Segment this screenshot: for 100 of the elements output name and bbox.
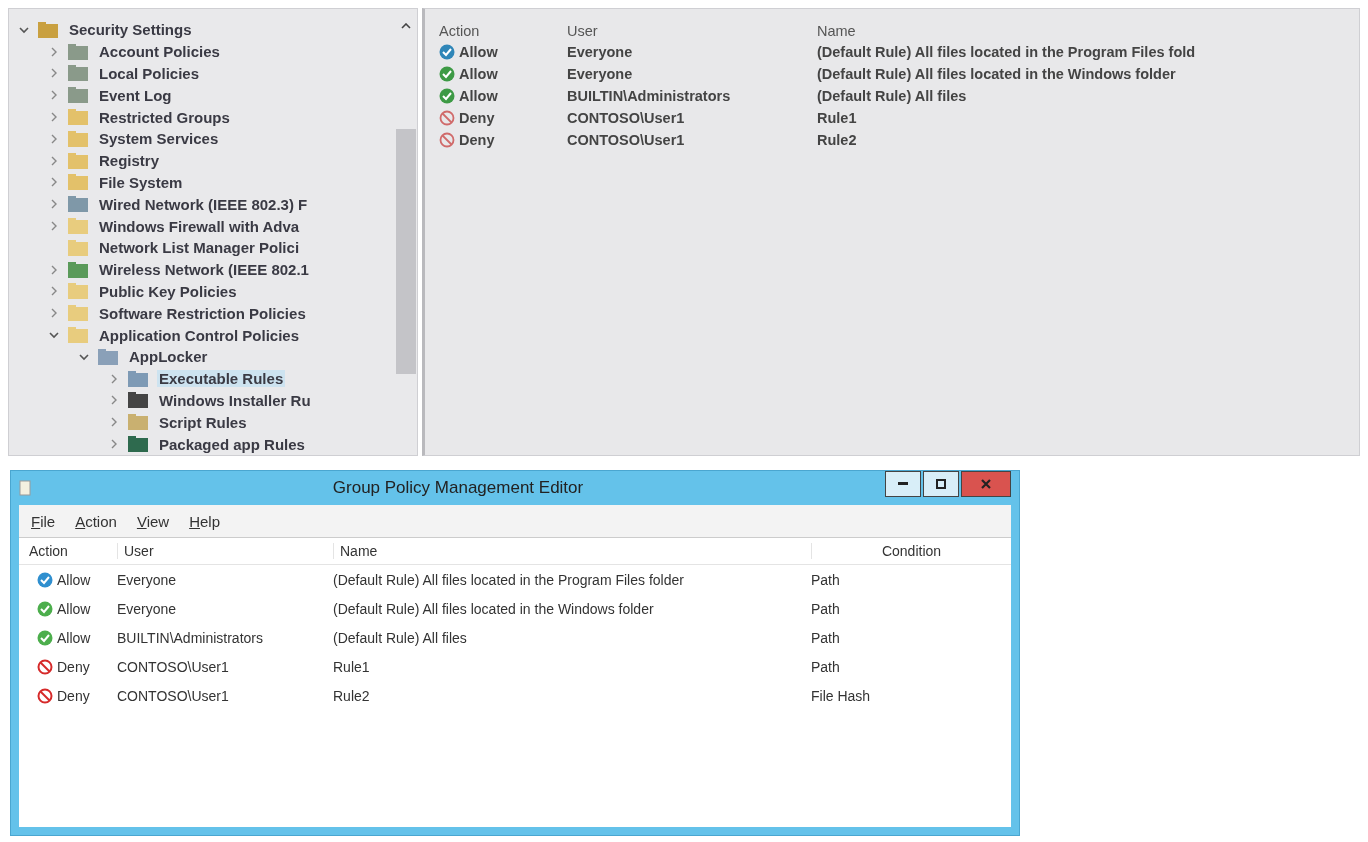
folder-icon bbox=[127, 369, 149, 388]
user-cell-text: BUILTIN\Administrators bbox=[117, 629, 264, 646]
chevron-icon[interactable] bbox=[49, 112, 59, 123]
tree-item[interactable]: Wireless Network (IEEE 802.1 bbox=[97, 261, 311, 279]
action-text: Allow bbox=[459, 44, 498, 60]
chevron-icon[interactable] bbox=[109, 373, 119, 384]
tree-item[interactable]: Restricted Groups bbox=[97, 108, 232, 126]
close-button[interactable] bbox=[961, 471, 1011, 497]
name-cell-text: Rule2 bbox=[333, 687, 371, 704]
folder-icon bbox=[67, 326, 89, 345]
chevron-icon[interactable] bbox=[49, 46, 59, 57]
user-cell-text: CONTOSO\User1 bbox=[567, 110, 686, 126]
tree-item[interactable]: Packaged app Rules bbox=[157, 435, 307, 453]
folder-icon bbox=[67, 282, 89, 301]
menu-item[interactable]: File bbox=[31, 512, 56, 530]
tree-item[interactable]: Software Restriction Policies bbox=[97, 304, 308, 322]
column-header[interactable]: Action bbox=[439, 23, 567, 39]
user-cell-text: CONTOSO\User1 bbox=[567, 132, 686, 148]
chevron-icon[interactable] bbox=[49, 221, 59, 232]
folder-icon bbox=[67, 304, 89, 323]
minimize-button[interactable] bbox=[885, 471, 921, 497]
tree-item[interactable]: Script Rules bbox=[157, 413, 249, 431]
chevron-icon[interactable] bbox=[49, 286, 59, 297]
tree-item[interactable]: Public Key Policies bbox=[97, 282, 239, 300]
user-cell-text: BUILTIN\Administrators bbox=[567, 88, 732, 104]
folder-icon bbox=[67, 238, 89, 257]
name-cell-text: (Default Rule) All files located in the Windows folder bbox=[817, 66, 1177, 82]
chevron-icon[interactable] bbox=[109, 439, 119, 450]
folder-icon bbox=[127, 413, 149, 432]
action-text: Deny bbox=[57, 658, 90, 675]
folder-icon bbox=[127, 391, 149, 410]
user-cell-text: Everyone bbox=[117, 571, 178, 588]
tree-item[interactable]: Account Policies bbox=[97, 43, 222, 61]
document-icon bbox=[19, 480, 31, 496]
folder-icon bbox=[67, 260, 89, 279]
condition-cell-text: Path bbox=[811, 571, 841, 588]
close-icon bbox=[981, 479, 991, 489]
chevron-icon[interactable] bbox=[49, 155, 59, 166]
name-cell-text: (Default Rule) All files bbox=[817, 88, 968, 104]
condition-cell-text: File Hash bbox=[811, 687, 872, 704]
tree-item[interactable]: File System bbox=[97, 173, 185, 191]
tree-item[interactable]: Windows Installer Ru bbox=[157, 391, 313, 409]
chevron-icon[interactable] bbox=[49, 177, 59, 188]
chevron-icon[interactable] bbox=[49, 68, 59, 79]
chevron-icon[interactable] bbox=[79, 351, 89, 362]
user-cell-text: Everyone bbox=[567, 66, 634, 82]
user-cell-text: CONTOSO\User1 bbox=[117, 687, 230, 704]
chevron-icon[interactable] bbox=[109, 417, 119, 428]
tree-item[interactable]: Security Settings bbox=[67, 21, 194, 39]
tree-item[interactable]: System Services bbox=[97, 130, 221, 148]
chevron-icon[interactable] bbox=[109, 395, 119, 406]
chevron-icon[interactable] bbox=[49, 308, 59, 319]
column-header[interactable]: User bbox=[567, 23, 817, 39]
action-text: Deny bbox=[57, 687, 90, 704]
action-text: Allow bbox=[57, 629, 91, 646]
scroll-up-icon[interactable] bbox=[401, 23, 411, 29]
chevron-icon[interactable] bbox=[49, 90, 59, 101]
action-text: Allow bbox=[57, 571, 91, 588]
menu-item[interactable]: Help bbox=[189, 512, 220, 530]
tree-item[interactable]: Registry bbox=[97, 152, 162, 170]
name-cell-text: Rule1 bbox=[817, 110, 858, 126]
action-text: Allow bbox=[459, 88, 498, 104]
tree-item[interactable]: AppLocker bbox=[127, 348, 210, 366]
tree-item[interactable]: Application Control Policies bbox=[97, 326, 302, 344]
folder-icon bbox=[67, 42, 89, 61]
name-cell-text: Rule1 bbox=[333, 658, 371, 675]
chevron-icon[interactable] bbox=[19, 24, 29, 35]
tree-item[interactable]: Wired Network (IEEE 802.3) F bbox=[97, 195, 310, 213]
folder-icon bbox=[67, 151, 89, 170]
chevron-icon[interactable] bbox=[49, 199, 59, 210]
action-text: Deny bbox=[459, 132, 495, 148]
folder-icon bbox=[67, 129, 89, 148]
column-header[interactable]: Condition bbox=[811, 543, 1011, 559]
action-text: Deny bbox=[459, 110, 495, 126]
user-cell-text: Everyone bbox=[117, 600, 178, 617]
tree-item[interactable]: Windows Firewall with Adva bbox=[97, 217, 302, 235]
folder-icon bbox=[67, 195, 89, 214]
user-cell-text: CONTOSO\User1 bbox=[117, 658, 230, 675]
name-cell-text: Rule2 bbox=[817, 132, 858, 148]
tree-item[interactable]: Network List Manager Polici bbox=[97, 239, 302, 257]
user-cell-text: Everyone bbox=[567, 44, 634, 60]
tree-item[interactable]: Executable Rules bbox=[157, 370, 286, 388]
chevron-icon[interactable] bbox=[49, 133, 59, 144]
column-header[interactable]: User bbox=[117, 543, 333, 559]
scrollbar-thumb[interactable] bbox=[396, 129, 416, 374]
chevron-icon[interactable] bbox=[49, 264, 59, 275]
column-header[interactable]: Name bbox=[333, 543, 811, 559]
menu-item[interactable]: Action bbox=[75, 512, 117, 530]
column-header[interactable]: Name bbox=[817, 23, 1359, 39]
folder-icon bbox=[67, 86, 89, 105]
chevron-icon[interactable] bbox=[49, 330, 59, 341]
tree-item[interactable]: Event Log bbox=[97, 86, 174, 104]
tree-item[interactable]: Local Policies bbox=[97, 65, 202, 82]
column-header[interactable]: Action bbox=[29, 543, 117, 559]
name-cell-text: (Default Rule) All files bbox=[333, 629, 468, 646]
maximize-button[interactable] bbox=[923, 471, 959, 497]
maximize-icon bbox=[936, 479, 946, 489]
menu-item[interactable]: View bbox=[136, 512, 170, 530]
action-text: Allow bbox=[459, 66, 498, 82]
folder-icon bbox=[67, 217, 89, 236]
